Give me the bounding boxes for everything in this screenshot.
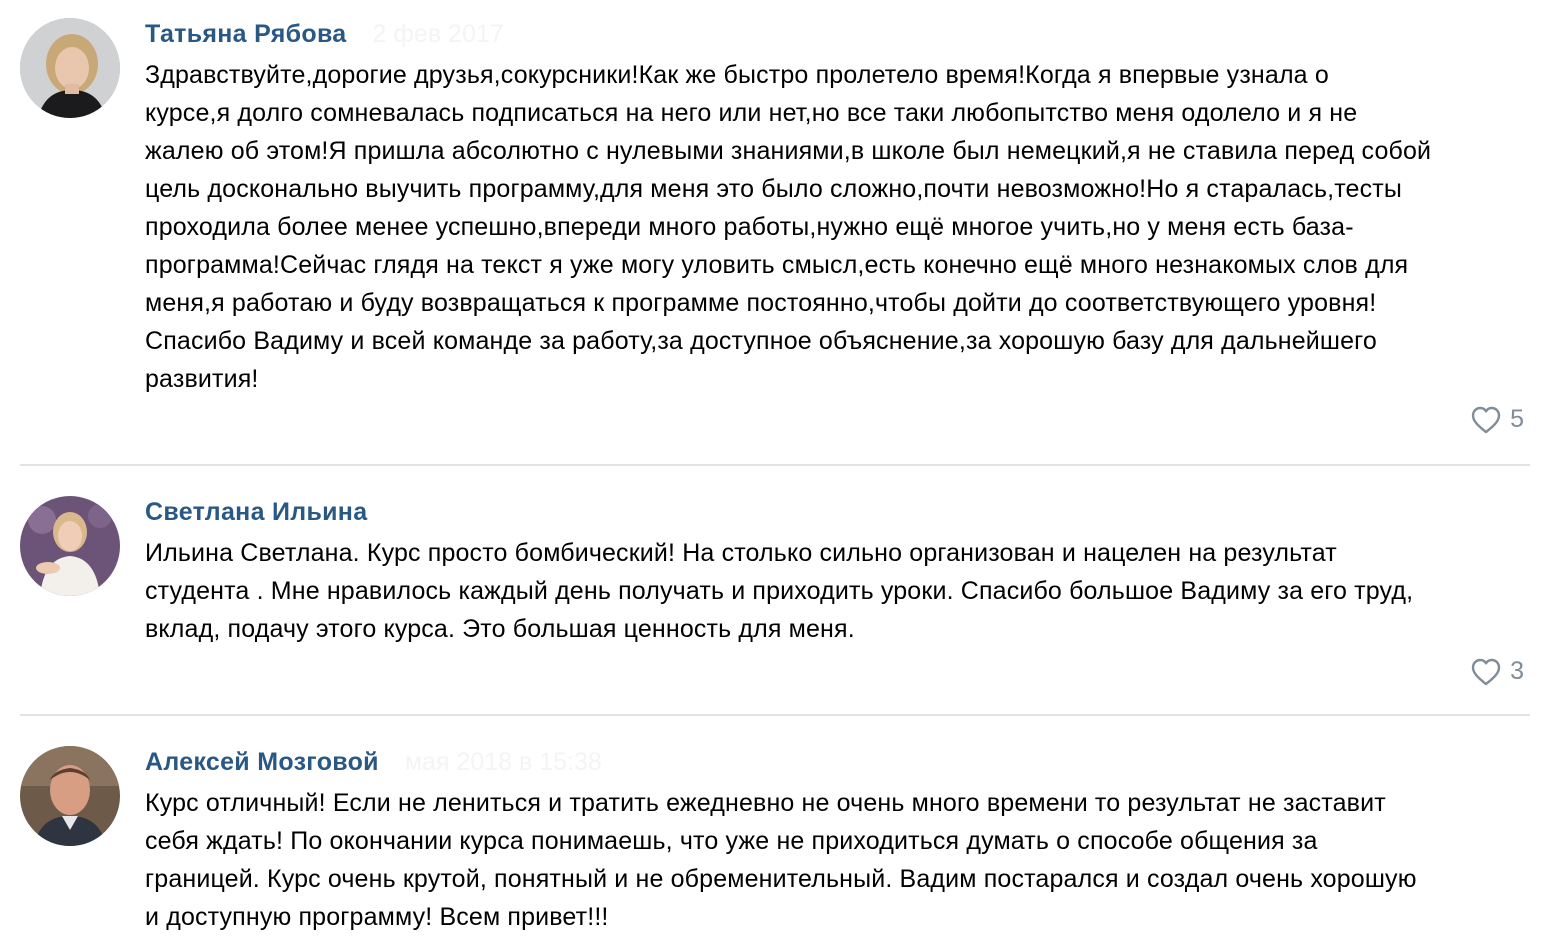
like-button[interactable]: 3: [1471, 657, 1524, 686]
like-count: 5: [1510, 405, 1524, 433]
comment-text: Ильина Светлана. Курс просто бомбический…: [145, 539, 1414, 643]
comment-item: Светлана Ильина Ильина Светлана. Курс пр…: [20, 496, 1530, 696]
like-count: 3: [1510, 657, 1524, 685]
avatar[interactable]: [20, 746, 120, 846]
author-name[interactable]: Светлана Ильина: [145, 498, 367, 526]
heart-outline-icon: [1471, 658, 1501, 685]
divider: [20, 714, 1530, 716]
avatar[interactable]: [20, 496, 120, 596]
comment-header: Светлана Ильина: [145, 498, 393, 530]
author-name[interactable]: Алексей Мозговой: [145, 748, 379, 776]
comment-item: Татьяна Рябова 2 фев 2017 Здравствуйте,до…: [20, 18, 1530, 448]
comment-item: Алексей Мозговой мая 2018 в 15:38 Курс от…: [20, 746, 1530, 931]
avatar-man-image: [20, 746, 120, 846]
heart-outline-icon: [1471, 406, 1501, 433]
comment-header: Алексей Мозговой мая 2018 в 15:38: [145, 748, 602, 780]
avatar-woman-blonde-image: [20, 18, 120, 118]
avatar[interactable]: [20, 18, 120, 118]
comment-date: мая 2018 в 15:38: [404, 748, 602, 776]
comment-text: Здравствуйте,дорогие друзья,сокурсники!К…: [145, 61, 1432, 393]
comment-header: Татьяна Рябова 2 фев 2017: [145, 20, 504, 52]
author-name[interactable]: Татьяна Рябова: [145, 20, 347, 48]
comment-date: 2 фев 2017: [372, 20, 504, 48]
comment-text: Курс отличный! Если не лениться и тратит…: [145, 789, 1417, 931]
divider: [20, 464, 1530, 466]
like-button[interactable]: 5: [1471, 405, 1524, 434]
avatar-woman-white-dress-image: [20, 496, 120, 596]
